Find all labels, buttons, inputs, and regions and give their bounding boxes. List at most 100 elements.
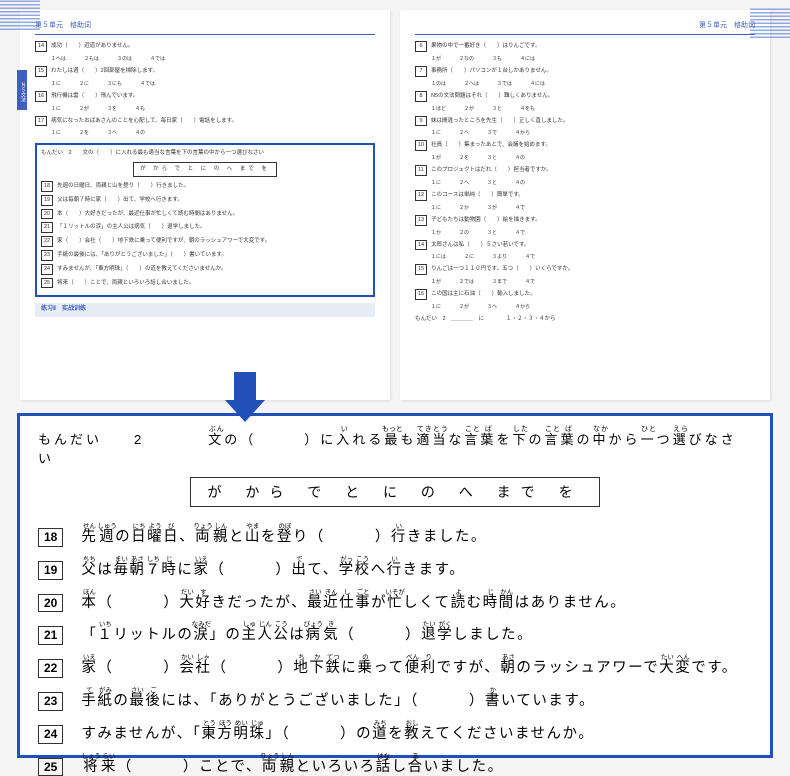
question-number: 9 [415, 116, 427, 127]
exercise-line: 22 家いえ（）会かい社しゃ（）地ち下か鉄てつに乗のって便べん利りですが、朝あさの… [38, 654, 752, 678]
question-text: 先週の日曜日、両親と山を登り（ ）行きました。 [57, 182, 189, 191]
question-text: 父は毎朝７時に家（ ）出て、学校へ行きます。 [57, 196, 183, 205]
question-line: 12 このコースは単純（ ）簡単です。 [415, 190, 755, 201]
question-text: 将しょう来らい（）ことで、両りょう親しんといろいろ話はなし合あいました。 [81, 753, 503, 776]
choices: １に２か３が４で [431, 204, 755, 212]
question-text: 手紙の最後には、「ありがとうございました」（ ）書いています。 [57, 251, 227, 260]
question-text: 果物の中で一番好き（ ）はりんごです。 [431, 42, 541, 51]
mondai-title-large: もんだい 2 文ぶんの（ ）に入れる最も適当な言葉を下の言葉の中から一つ選びなさ… [38, 426, 752, 467]
choices: １に２が３を４も [51, 105, 375, 113]
question-text: 社員（ ）集まったあとで、会議を始めます。 [431, 141, 551, 150]
zoom-arrow-icon [225, 372, 265, 422]
decoration-stripes [750, 8, 790, 38]
question-line: 10 社員（ ）集まったあとで、会議を始めます。 [415, 140, 755, 151]
question-number: 20 [38, 594, 63, 613]
question-number: 11 [415, 165, 427, 176]
section-header: 练习Ⅱ 实战训练 [35, 303, 375, 317]
question-text: 父ちちは毎まい朝あさ７しち時じに家いえ（）出でて、学がっ校こうへ行いきます。 [81, 556, 465, 579]
question-text: りんごは一つ１１０円です。五つ（ ）いくらですか。 [431, 265, 573, 274]
exercise-line: 25 将しょう来らい（）ことで、両りょう親しんといろいろ話はなし合あいました。 [38, 753, 752, 776]
question-number: 21 [38, 626, 63, 645]
question-number: 16 [35, 91, 47, 102]
choices: １に２が３へ４から [431, 303, 755, 311]
question-number: 20 [41, 209, 53, 220]
question-number: 12 [415, 190, 427, 201]
question-line: 6 果物の中で一番好き（ ）はりんごです。 [415, 41, 755, 52]
question-number: 15 [415, 264, 427, 275]
exercise-line: 19 父ちちは毎まい朝あさ７しち時じに家いえ（）出でて、学がっ校こうへ行いきます。 [38, 556, 752, 580]
question-text: このコースは単純（ ）簡単です。 [431, 191, 524, 200]
word-bank: が から で と に の へ まで を [133, 162, 277, 177]
question-text: 成功（ ）近道がありません。 [51, 42, 133, 51]
question-number: 24 [41, 264, 53, 275]
exercise-line: 24すみませんが、「東とう方ほう明めい珠じゅ」（）の道みちを教おしえてくださいま… [38, 720, 752, 744]
question-number: 18 [41, 181, 53, 192]
question-line: 11 このプロジェクトはだれ（ ）担当者ですか。 [415, 165, 755, 176]
question-number: 14 [35, 41, 47, 52]
question-text: 病気になったおばあさんのことを心配して、毎日家（ ）電話をします。 [51, 117, 237, 126]
question-number: 8 [415, 91, 427, 102]
page-header-left: 第５单元 格助词 [35, 20, 375, 35]
question-line: 14太郎さんは私（ ）５さい若いです。 [415, 240, 755, 251]
question-number: 23 [41, 250, 53, 261]
question-text: すみませんが、「東方明珠」（ ）の道を教えてくださいませんか。 [57, 265, 227, 274]
question-number: 19 [38, 561, 63, 580]
footer-text: もんだい 2 ＿＿＿＿ に １・２・３・４から [415, 315, 755, 324]
question-text: N5の文法問題はそれ（ ）難しくありません。 [431, 92, 553, 101]
question-text: 「１リットルの涙」の主人公は病気（ ）退学しました。 [57, 223, 206, 232]
choices: １が２では３まで４で [431, 278, 755, 286]
question-line: 7 事務所（ ）パソコンが１台しかありません。 [415, 66, 755, 77]
question-text: 「１いちリットルの涙なみだ」の主しゅ人じん公こうは病びょう気き（）退たい学がくし… [81, 621, 533, 644]
question-line: 8 N5の文法問題はそれ（ ）難しくありません。 [415, 91, 755, 102]
question-text: このプロジェクトはだれ（ ）担当者ですか。 [431, 166, 552, 175]
page-header-right: 第５单元 格助词 [415, 20, 755, 35]
right-page: 第５单元 格助词 6 果物の中で一番好き（ ）はりんごです。 １が２なの３も４には 7… [400, 10, 770, 400]
choices: １が２を３と４の [431, 154, 755, 162]
question-number: 22 [38, 659, 63, 678]
question-line: 9 妹は間違ったところを先生（ ）正しく直しました。 [415, 116, 755, 127]
question-text: 家いえ（）会かい社しゃ（）地ち下か鉄てつに乗のって便べん利りですが、朝あさのラッ… [81, 654, 737, 677]
question-number: 7 [415, 66, 427, 77]
question-number: 6 [415, 41, 427, 52]
question-number: 13 [415, 215, 427, 226]
question-number: 10 [415, 140, 427, 151]
choices: １に２に３にも４では [51, 80, 375, 88]
question-text: 将来（ ）ことで、両親といろいろ話し合いました。 [57, 279, 194, 288]
question-text: 子どもたちは動物園（ ）絵を描きます。 [431, 216, 540, 225]
question-number: 21 [41, 222, 53, 233]
question-number: 15 [35, 66, 47, 77]
question-text: 事務所（ ）パソコンが１台しかありません。 [431, 67, 552, 76]
question-text: 妹は間違ったところを先生（ ）正しく直しました。 [431, 117, 569, 126]
question-text: 太郎さんは私（ ）５さい若いです。 [431, 241, 529, 250]
question-text: わたしは週（ ）2回部屋を掃除します。 [51, 67, 158, 76]
question-text: 本（ ）大好きだったが、最近仕事が忙しくて読む時間はありません。 [57, 210, 238, 219]
choices: １ほど２が３と４をも [431, 105, 755, 113]
question-line: 15 りんごは一つ１１０円です。五つ（ ）いくらですか。 [415, 264, 755, 275]
question-text: この国は主に石油（ ）輸入しました。 [431, 290, 536, 299]
choices: １が２なの３も４には [431, 55, 755, 63]
question-text: すみませんが、「東とう方ほう明めい珠じゅ」（）の道みちを教おしえてくださいません… [81, 720, 594, 743]
choices: １に２を３へ４の [51, 129, 375, 137]
choices: １に２へ３と４の [431, 179, 755, 187]
question-number: 25 [41, 278, 53, 289]
zoomed-exercise: もんだい 2 文ぶんの（ ）に入れる最も適当な言葉を下の言葉の中から一つ選びなさ… [17, 413, 773, 758]
question-text: 先せん週しゅうの日にち曜よう日び、両りょう親しんと山やまを登のぼり（）行いきまし… [81, 523, 487, 546]
question-number: 25 [38, 758, 63, 776]
question-text: 家（ ）会社（ ）地下鉄に乗って便利ですが、朝のラッシュアワーで大変です。 [57, 237, 270, 246]
question-text: 飛行機は雲（ ）飛んでいます。 [51, 92, 138, 101]
question-text: 手て紙がみの最さい後ごには、「ありがとうございました」（）書かいています。 [81, 687, 595, 710]
left-page: 第５单元 格助词 14 成功（ ）近道がありません。 １へは２もは３のは４では 1… [20, 10, 390, 400]
highlighted-exercise-box: もんだい 2 文の（ ）に入れる最も適当な言葉を下の言葉の中から一つ選びなさい … [35, 143, 375, 297]
sidebar-tab: Ｎ５文法 [17, 70, 27, 110]
mondai-title: もんだい 2 文の（ ）に入れる最も適当な言葉を下の言葉の中から一つ選びなさい [41, 149, 369, 158]
exercise-line: 18 先せん週しゅうの日にち曜よう日び、両りょう親しんと山やまを登のぼり（）行いき… [38, 523, 752, 547]
question-line: 16 この国は主に石油（ ）輸入しました。 [415, 289, 755, 300]
question-number: 17 [35, 116, 47, 127]
choices: １には２に３より４で [431, 253, 755, 261]
question-number: 16 [415, 289, 427, 300]
exercise-line: 23手て紙がみの最さい後ごには、「ありがとうございました」（）書かいています。 [38, 687, 752, 711]
choices: １に２へ３で４から [431, 129, 755, 137]
question-number: 18 [38, 528, 63, 547]
choices: １へは２もは３のは４では [51, 55, 375, 63]
question-line: 13 子どもたちは動物園（ ）絵を描きます。 [415, 215, 755, 226]
